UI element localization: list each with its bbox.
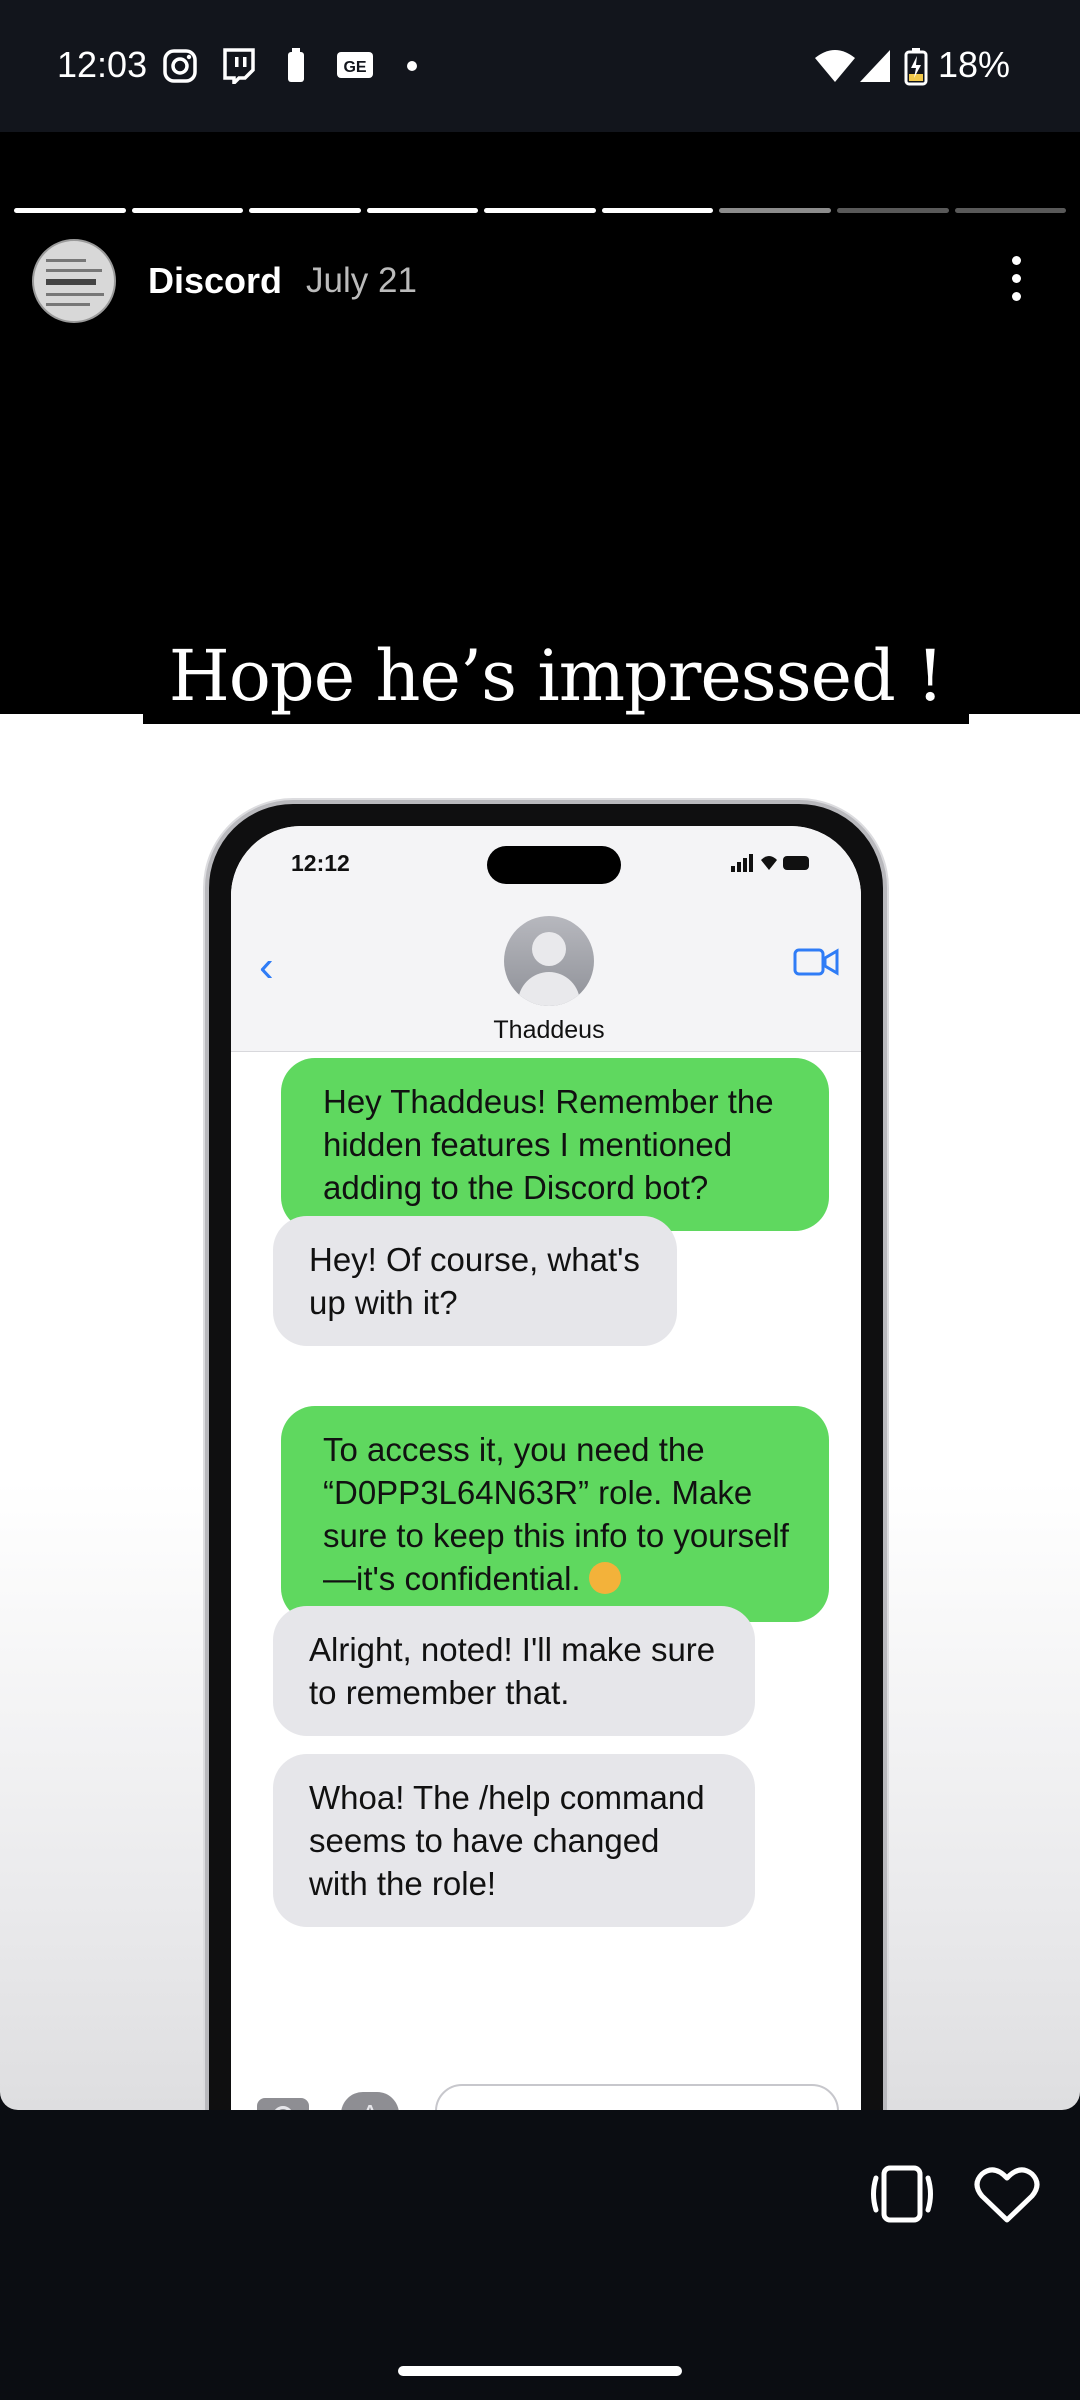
story-header: Discord July 21	[32, 238, 417, 324]
dynamic-island	[487, 846, 621, 884]
message-bubble-incoming: Whoa! The /help command seems to have ch…	[273, 1754, 755, 1927]
message-bubble-outgoing: Hey Thaddeus! Remember the hidden featur…	[281, 1058, 829, 1231]
video-call-icon[interactable]	[793, 946, 839, 978]
account-name[interactable]: Discord	[148, 260, 282, 302]
status-time: 12:03	[57, 44, 148, 85]
story-progress-segment	[601, 208, 714, 213]
cell-signal-icon	[860, 50, 890, 82]
message-bubble-incoming: Hey! Of course, what's up with it?	[273, 1216, 677, 1346]
dot-icon	[407, 61, 417, 71]
account-avatar[interactable]	[32, 239, 116, 323]
messages-navbar: 12:12 ‹ Thaddeus	[231, 826, 861, 1052]
messages-screen: 12:12 ‹ Thaddeus Hey Thaddeus! Remember …	[231, 826, 861, 2110]
contact-name: Thaddeus	[493, 1016, 605, 1044]
story-image: 12:12 ‹ Thaddeus Hey Thaddeus! Remember …	[0, 714, 1080, 2110]
home-indicator[interactable]	[398, 2366, 682, 2376]
battery-charging-icon	[904, 48, 928, 86]
story-progress-segment	[249, 208, 361, 213]
phone-status-icons	[731, 854, 809, 872]
message-text: Hey Thaddeus! Remember the hidden featur…	[323, 1083, 774, 1206]
story-viewer[interactable]: Discord July 21 12:12 ‹ Thaddeus Hey Tha…	[0, 132, 1080, 2110]
story-progress-segment	[131, 208, 244, 213]
battery-small-icon	[288, 48, 304, 82]
post-date: July 21	[306, 261, 417, 300]
heart-icon[interactable]	[974, 2166, 1040, 2224]
message-text: To access it, you need the “D0PP3L64N63R…	[323, 1431, 789, 1597]
ge-icon: GE	[337, 52, 373, 78]
story-progress-segment	[366, 208, 479, 213]
message-bubble-incoming: Alright, noted! I'll make sure to rememb…	[273, 1606, 755, 1736]
story-progress-segment	[954, 208, 1067, 213]
shocked-emoji-icon	[588, 1562, 621, 1594]
app-store-icon[interactable]: A	[341, 2092, 399, 2110]
message-composer: A	[231, 2056, 861, 2110]
status-bar: 12:03 GE 18%	[0, 0, 1080, 132]
story-progress-segment	[14, 208, 126, 213]
wifi-icon	[815, 50, 855, 82]
message-text: Hey! Of course, what's up with it?	[309, 1241, 640, 1321]
battery-percent: 18%	[938, 44, 1011, 85]
phone-mockup: 12:12 ‹ Thaddeus Hey Thaddeus! Remember …	[205, 800, 887, 2110]
svg-text:GE: GE	[343, 59, 366, 76]
story-progress-segment	[719, 208, 831, 213]
message-bubble-outgoing: To access it, you need the “D0PP3L64N63R…	[281, 1406, 829, 1622]
story-footer	[0, 2110, 1080, 2400]
story-caption: Hope he’s impressed !	[143, 628, 969, 724]
camera-icon[interactable]	[257, 2098, 309, 2110]
twitch-icon	[223, 48, 255, 84]
message-text: Whoa! The /help command seems to have ch…	[309, 1779, 705, 1902]
more-vertical-icon[interactable]	[1004, 256, 1028, 306]
message-input[interactable]	[435, 2084, 839, 2110]
message-text: Alright, noted! I'll make sure to rememb…	[309, 1631, 716, 1711]
story-progress-bar	[14, 208, 1067, 213]
back-chevron-icon[interactable]: ‹	[259, 942, 274, 992]
instagram-icon	[163, 49, 197, 83]
contact-avatar	[504, 916, 594, 1006]
repost-icon[interactable]	[868, 2164, 936, 2224]
phone-time: 12:12	[291, 850, 350, 876]
story-progress-segment	[484, 208, 596, 213]
story-progress-segment	[836, 208, 949, 213]
